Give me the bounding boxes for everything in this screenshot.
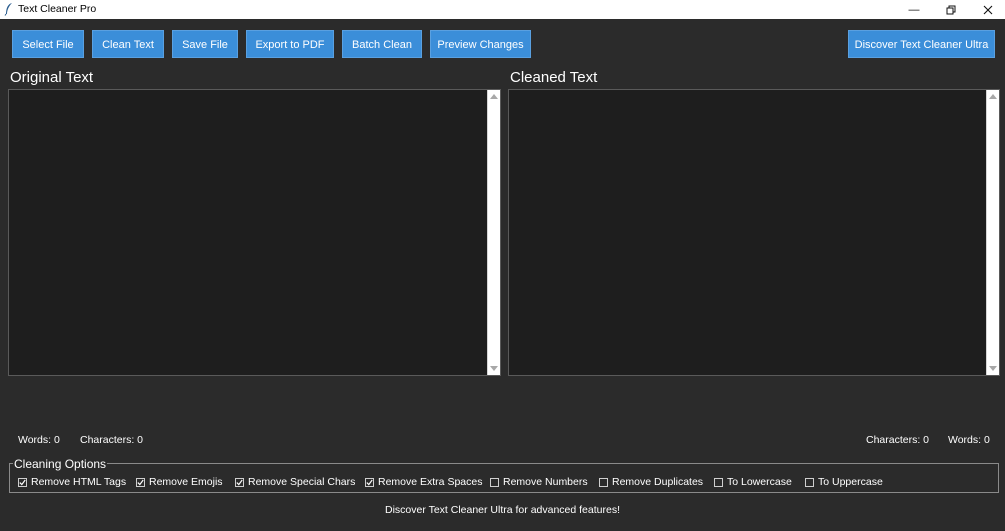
- scroll-down-arrow-icon[interactable]: [490, 366, 498, 371]
- select-file-button[interactable]: Select File: [12, 30, 84, 58]
- footer-message: Discover Text Cleaner Ultra for advanced…: [385, 504, 620, 516]
- checkbox-checked[interactable]: [18, 477, 27, 487]
- original-word-count: Words: 0: [18, 434, 60, 446]
- clean-text-button[interactable]: Clean Text: [92, 30, 164, 58]
- check-mark-icon: [366, 479, 373, 486]
- cleaned-word-count: Words: 0: [948, 434, 990, 446]
- feather-icon: [4, 3, 12, 16]
- checkbox-unchecked[interactable]: [599, 477, 608, 487]
- discover-ultra-button[interactable]: Discover Text Cleaner Ultra: [848, 30, 995, 58]
- restore-icon: [946, 5, 956, 14]
- cleaned-char-count: Characters: 0: [866, 434, 930, 446]
- minimize-button[interactable]: —: [897, 0, 931, 19]
- cleaned-text-content: [509, 90, 999, 98]
- close-icon: [983, 5, 993, 14]
- check-mark-icon: [137, 479, 144, 486]
- checkbox-checked[interactable]: [365, 477, 374, 487]
- original-text-title: Original Text: [10, 69, 94, 86]
- app-window: Text Cleaner Pro — Select File Clean Tex…: [0, 0, 1005, 531]
- option-to-lowercase[interactable]: To Lowercase: [714, 476, 792, 488]
- cleaning-options-legend: Cleaning Options: [13, 457, 108, 471]
- save-file-button[interactable]: Save File: [172, 30, 238, 58]
- checkbox-unchecked[interactable]: [714, 477, 723, 487]
- cleaned-scrollbar[interactable]: [986, 90, 999, 375]
- original-scrollbar[interactable]: [487, 90, 500, 375]
- checkbox-unchecked[interactable]: [490, 477, 499, 487]
- option-remove-duplicates[interactable]: Remove Duplicates: [599, 476, 703, 488]
- option-remove-numbers[interactable]: Remove Numbers: [490, 476, 588, 488]
- batch-clean-button[interactable]: Batch Clean: [342, 30, 422, 58]
- export-pdf-button[interactable]: Export to PDF: [246, 30, 334, 58]
- original-text-content: [9, 90, 500, 98]
- option-remove-extra-spaces[interactable]: Remove Extra Spaces: [365, 476, 482, 488]
- checkbox-unchecked[interactable]: [805, 477, 814, 487]
- scroll-up-arrow-icon[interactable]: [989, 94, 997, 99]
- original-text-area[interactable]: [8, 89, 501, 376]
- cleaned-text-area[interactable]: [508, 89, 1000, 376]
- option-remove-special-chars[interactable]: Remove Special Chars: [235, 476, 355, 488]
- close-button[interactable]: [971, 0, 1005, 19]
- minimize-icon: —: [908, 3, 920, 16]
- cleaned-text-title: Cleaned Text: [510, 69, 598, 86]
- checkbox-checked[interactable]: [136, 477, 145, 487]
- window-title: Text Cleaner Pro: [18, 3, 97, 15]
- scroll-up-arrow-icon[interactable]: [490, 94, 498, 99]
- option-remove-emojis[interactable]: Remove Emojis: [136, 476, 223, 488]
- original-char-count: Characters: 0: [80, 434, 144, 446]
- option-to-uppercase[interactable]: To Uppercase: [805, 476, 883, 488]
- checkbox-checked[interactable]: [235, 477, 244, 487]
- option-remove-html-tags[interactable]: Remove HTML Tags: [18, 476, 126, 488]
- preview-changes-button[interactable]: Preview Changes: [430, 30, 531, 58]
- check-mark-icon: [236, 479, 243, 486]
- scroll-down-arrow-icon[interactable]: [989, 366, 997, 371]
- restore-button[interactable]: [934, 0, 968, 19]
- title-bar: Text Cleaner Pro —: [0, 0, 1005, 19]
- check-mark-icon: [19, 479, 26, 486]
